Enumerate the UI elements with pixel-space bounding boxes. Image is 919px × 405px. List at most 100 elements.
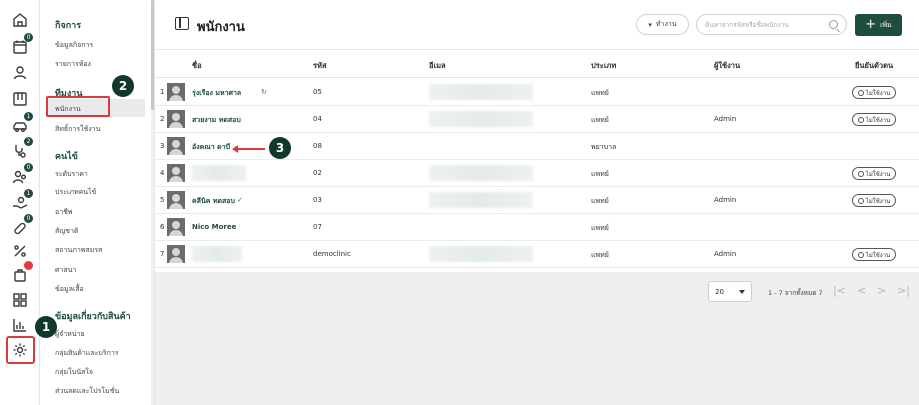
employee-type: แพทย์ — [591, 197, 609, 205]
avatar — [167, 164, 185, 182]
hand-coin-icon[interactable]: 1 — [10, 189, 33, 213]
employee-type: แพทย์ — [591, 89, 609, 97]
family-icon[interactable]: 0 — [10, 163, 33, 187]
nav-shirt-info[interactable]: ข้อมูลเสื้อ — [55, 284, 84, 295]
pill-badge: 0 — [24, 214, 33, 223]
percent-icon[interactable] — [10, 241, 30, 261]
employee-name[interactable]: สวยงาม ทดสอบ — [192, 115, 241, 126]
verify-toggle[interactable]: ไม่ใช้งาน — [852, 113, 896, 126]
col-verify[interactable]: ยืนยันตัวตน — [855, 60, 893, 72]
employee-code: 04 — [313, 115, 322, 123]
search-input[interactable] — [705, 19, 825, 31]
table-row[interactable]: 4 02 แพทย์ ไม่ใช้งาน — [155, 160, 919, 187]
next-page-button[interactable]: > — [877, 284, 886, 297]
nav-bonus-groups[interactable]: กลุ่มโบนัสใจ — [55, 367, 93, 378]
table-row[interactable]: 2 สวยงาม ทดสอบ 04 แพทย์ Admin ไม่ใช้งาน — [155, 106, 919, 133]
stethoscope-icon[interactable]: 2 — [10, 137, 33, 161]
row-index: 3 — [160, 142, 165, 150]
employee-code: 07 — [313, 223, 322, 231]
nav-product-groups[interactable]: กลุ่มสินค้าและบริการ — [55, 348, 119, 359]
page-size-select[interactable]: 20 — [708, 281, 752, 302]
bag-icon[interactable] — [10, 261, 33, 285]
col-type[interactable]: ประเภท — [591, 60, 616, 72]
family-badge: 0 — [24, 163, 33, 172]
redacted-name — [192, 165, 246, 181]
subnav-scrollbar[interactable] — [151, 0, 154, 405]
last-page-button[interactable]: >| — [897, 284, 910, 297]
toggle-ring-icon — [857, 170, 864, 177]
table-row[interactable]: 6 Nico Moree 07 แพทย์ — [155, 214, 919, 241]
hand-badge: 1 — [24, 189, 33, 198]
nav-room-list[interactable]: รายการห้อง — [55, 59, 91, 70]
caret-down-icon — [739, 290, 745, 294]
verify-label: ไม่ใช้งาน — [865, 170, 891, 178]
chart-icon[interactable] — [10, 315, 30, 335]
redacted-email — [429, 111, 533, 127]
prev-page-button[interactable]: < — [857, 284, 866, 297]
pill-icon[interactable]: 0 — [10, 214, 33, 238]
page-range-label: 1 - 7 จากทั้งหมด 7 — [768, 289, 823, 297]
employee-type: แพทย์ — [591, 224, 609, 232]
page-title: พนักงาน — [197, 20, 245, 35]
search-box[interactable] — [696, 14, 847, 35]
employee-code: 03 — [313, 196, 322, 204]
nav-occupation[interactable]: อาชีพ — [55, 207, 73, 218]
verify-toggle[interactable]: ไม่ใช้งาน — [852, 86, 896, 99]
col-name[interactable]: ชื่อ — [192, 60, 202, 72]
nav-business-info[interactable]: ข้อมูลกิจการ — [55, 40, 93, 51]
nav-religion[interactable]: ศาสนา — [55, 265, 76, 276]
first-page-button[interactable]: |< — [833, 284, 846, 297]
employee-name[interactable]: รุ่งเรือง มหาศาล — [192, 88, 241, 99]
employee-user: Admin — [714, 196, 737, 204]
verify-toggle[interactable]: ไม่ใช้งาน — [852, 248, 896, 261]
table-row[interactable]: 7 democlinic แพทย์ Admin ไม่ใช้งาน — [155, 241, 919, 268]
employee-name[interactable]: คลีนิค ทดสอบ — [192, 196, 235, 207]
employees-highlight-box — [46, 96, 110, 117]
add-employee-button[interactable]: + เพิ่ม — [855, 14, 902, 36]
verify-toggle[interactable]: ไม่ใช้งาน — [852, 194, 896, 207]
user-icon[interactable] — [10, 63, 30, 83]
nav-nationality[interactable]: สัญชาติ — [55, 226, 78, 237]
nav-permissions[interactable]: สิทธิ์การใช้งาน — [55, 124, 100, 135]
home-icon[interactable] — [10, 10, 30, 30]
verify-toggle[interactable]: ไม่ใช้งาน — [852, 167, 896, 180]
pointer-arrow — [232, 145, 265, 153]
table-row[interactable]: 5 คลีนิค ทดสอบ ✓ 03 แพทย์ Admin ไม่ใช้งา… — [155, 187, 919, 214]
row-index: 7 — [160, 250, 165, 258]
nav-patient-type[interactable]: ประเภทคนไข้ — [55, 187, 96, 198]
col-code[interactable]: รหัส — [313, 60, 327, 72]
nav-price-level[interactable]: ระดับราคา — [55, 169, 88, 180]
avatar — [167, 245, 185, 263]
subnav-scroll-thumb[interactable] — [151, 0, 154, 110]
nav-marital-status[interactable]: สถานภาพสมรส — [55, 245, 102, 256]
col-user[interactable]: ผู้ใช้งาน — [714, 60, 740, 72]
page-size-value: 20 — [715, 288, 724, 296]
avatar — [167, 191, 185, 209]
group-business-title: กิจการ — [55, 21, 82, 31]
group-product-title: ข้อมูลเกี่ยวกับสินค้า — [55, 312, 131, 322]
col-email[interactable]: อีเมล — [429, 60, 446, 72]
sidebar-toggle-icon[interactable] — [175, 17, 189, 30]
employee-name[interactable]: Nico Moree — [192, 223, 236, 231]
redacted-email — [429, 192, 533, 208]
step-marker-2: 2 — [112, 75, 134, 97]
sync-icon: ↻ — [261, 88, 267, 96]
bag-badge — [24, 261, 33, 270]
nav-vendors[interactable]: ผู้จำหน่าย — [55, 329, 85, 340]
calendar-badge: 0 — [24, 33, 33, 42]
grid-icon[interactable] — [10, 290, 30, 310]
board-icon[interactable] — [10, 89, 30, 109]
search-icon — [829, 20, 838, 29]
employee-name[interactable]: อังคณา ดาบี — [192, 142, 230, 153]
employee-code: democlinic — [313, 250, 351, 258]
nav-discounts[interactable]: ส่วนลดและโปรโมชั่น — [55, 386, 119, 397]
stethoscope-badge: 2 — [24, 137, 33, 146]
status-filter-button[interactable]: ▾ ทำงาน — [636, 14, 689, 35]
toggle-ring-icon — [857, 89, 864, 96]
car-icon[interactable]: 1 — [10, 112, 33, 136]
table-row[interactable]: 1 รุ่งเรือง มหาศาล ↻ 05 แพทย์ ไม่ใช้งาน — [155, 79, 919, 106]
main-content: พนักงาน ▾ ทำงาน + เพิ่ม ชื่อ รหัส อีเมล … — [155, 0, 919, 405]
plus-icon: + — [865, 17, 877, 32]
calendar-icon[interactable]: 0 — [10, 33, 33, 57]
employee-user: Admin — [714, 250, 737, 258]
